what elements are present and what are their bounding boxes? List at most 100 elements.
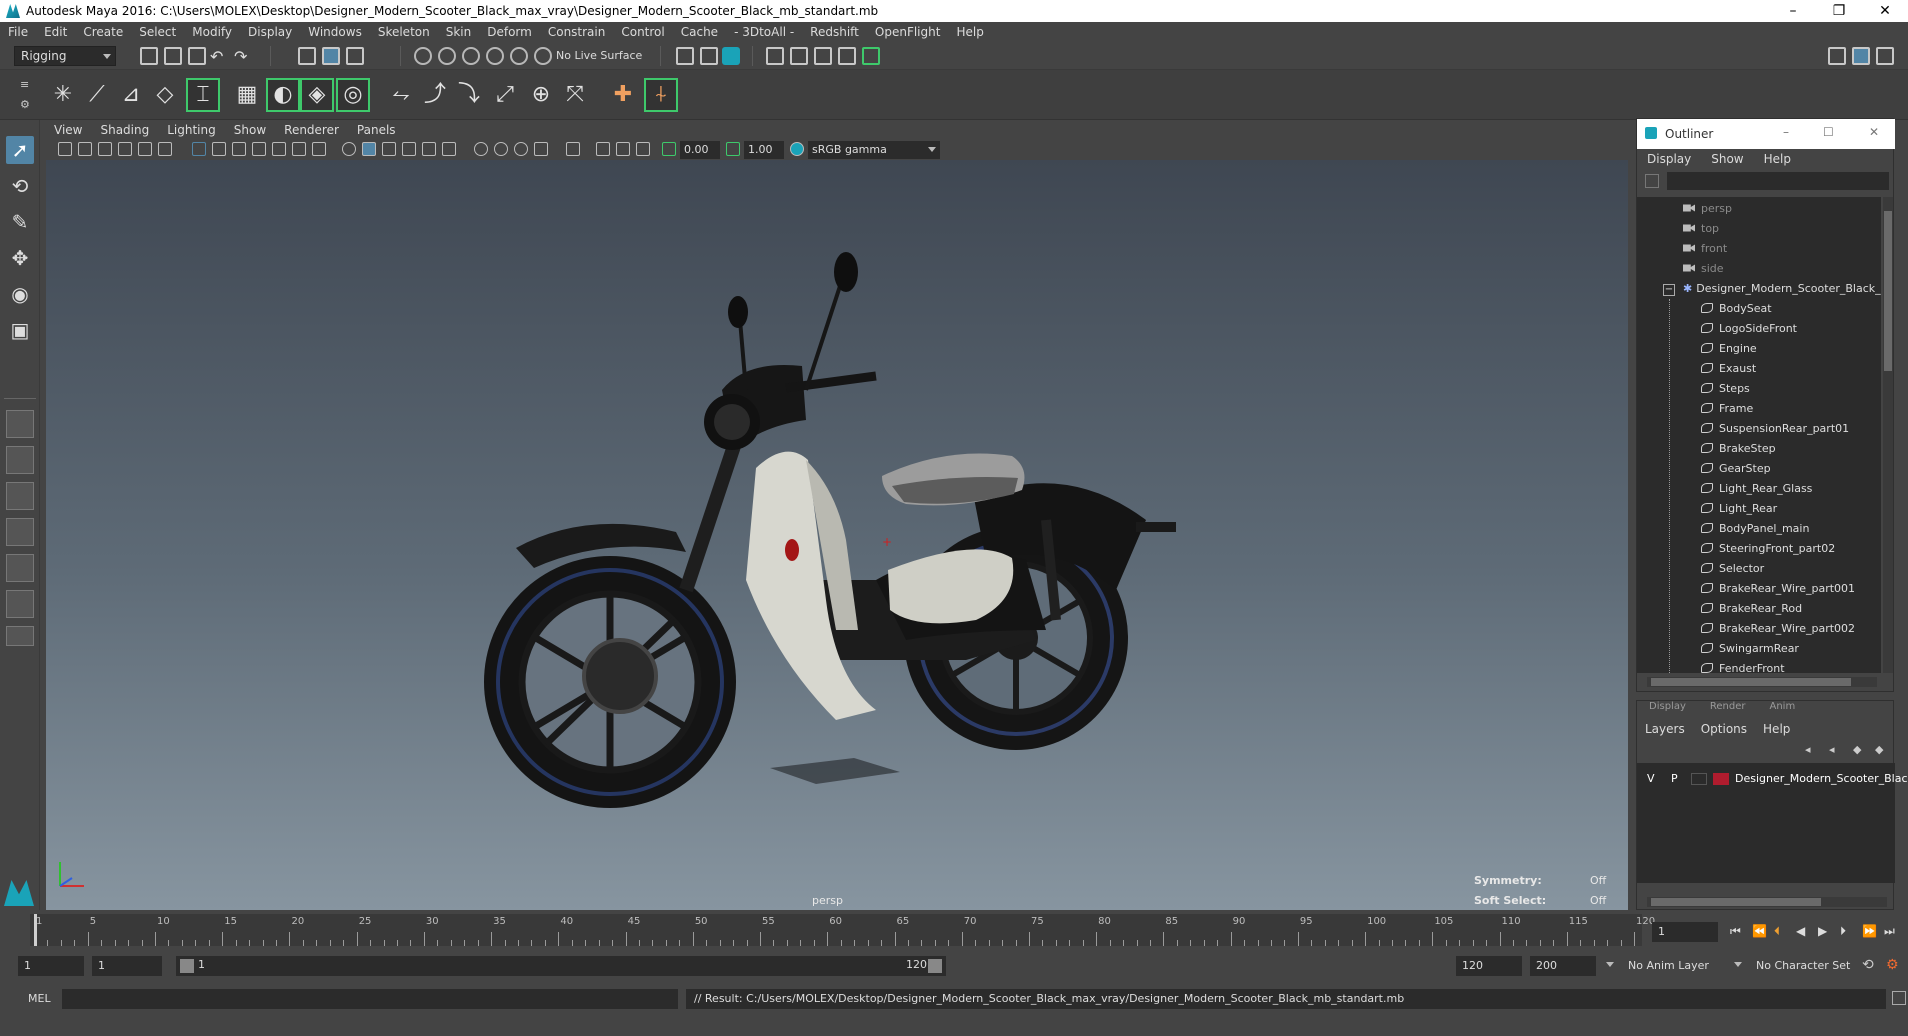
use-all-lights-icon[interactable] [422,142,436,156]
play-forward-icon[interactable]: ▶ [1818,924,1834,940]
attribute-editor-icon[interactable] [1852,47,1870,65]
select-component-icon[interactable] [346,47,364,65]
outliner-item-swingarmrear[interactable]: SwingarmRear [1701,639,1799,659]
minimize-button[interactable]: – [1770,0,1816,22]
vp-menu-view[interactable]: View [54,123,82,137]
outliner-item-side[interactable]: side [1683,259,1724,279]
wireframe-icon[interactable] [342,142,356,156]
layer-horizontal-scrollbar[interactable] [1647,897,1887,907]
camera-attributes-icon[interactable] [78,142,92,156]
animation-start-field[interactable]: 1 [18,956,84,976]
menu-constrain[interactable]: Constrain [548,25,606,39]
outliner-item-light-rear[interactable]: Light_Rear [1701,499,1777,519]
new-scene-icon[interactable] [140,47,158,65]
menu-help[interactable]: Help [956,25,983,39]
vp-menu-panels[interactable]: Panels [357,123,396,137]
outliner-search-input[interactable] [1667,172,1889,190]
restore-button[interactable]: ❐ [1816,0,1862,22]
menu-windows[interactable]: Windows [308,25,362,39]
outliner-item-top[interactable]: top [1683,219,1719,239]
outliner-item-bodypanel-main[interactable]: BodyPanel_main [1701,519,1809,539]
anim-preferences-icon[interactable]: ⚙ [1886,957,1904,975]
outliner-item-gearstep[interactable]: GearStep [1701,459,1771,479]
snap-point-icon[interactable] [462,47,480,65]
ik-spline-icon[interactable]: ⊿ [116,80,146,110]
menuset-dropdown[interactable]: Rigging [14,46,116,66]
outliner-item-brakestep[interactable]: BrakeStep [1701,439,1776,459]
two-pane-layout-icon[interactable] [6,482,34,510]
outliner-item-light-rear-glass[interactable]: Light_Rear_Glass [1701,479,1812,499]
undo-icon[interactable]: ↶ [210,47,228,66]
collapse-toggle-icon[interactable]: − [1663,284,1675,296]
snap-pivot-icon[interactable] [534,47,552,65]
move-layer-down-icon[interactable]: ◂ [1829,743,1843,757]
field-chart-icon[interactable] [272,142,286,156]
gamma-field[interactable]: 1.00 [744,141,784,159]
camera-select-icon[interactable] [58,142,72,156]
layer-visibility-toggle[interactable]: V [1647,769,1655,789]
vp-menu-lighting[interactable]: Lighting [167,123,216,137]
outliner-menu-help[interactable]: Help [1764,152,1791,166]
outliner-vertical-scrollbar[interactable] [1883,197,1893,673]
construction-history-icon[interactable] [722,47,740,65]
shelf-settings-icon[interactable]: ⚙ [20,98,38,116]
interactive-bind-icon[interactable]: ⤵ [454,80,484,110]
auto-key-icon[interactable]: ⟲ [1862,957,1880,975]
menu-display[interactable]: Display [248,25,292,39]
menu-create[interactable]: Create [83,25,123,39]
hypershade-icon[interactable] [862,47,880,65]
current-frame-field[interactable]: 1 [1652,922,1718,942]
snap-grid-icon[interactable] [414,47,432,65]
outliner-menu-show[interactable]: Show [1711,152,1743,166]
lasso-tool-icon[interactable]: ⟲ [6,172,34,200]
modeling-toolkit-icon[interactable] [1828,47,1846,65]
script-editor-icon[interactable] [1892,991,1906,1005]
select-object-icon[interactable] [322,47,340,65]
resolution-gate-icon[interactable] [232,142,246,156]
rotate-tool-icon[interactable]: ◉ [6,280,34,308]
range-start-handle[interactable] [180,959,194,973]
outliner-horizontal-scrollbar[interactable] [1647,677,1877,687]
character-set-dropdown-arrow[interactable] [1734,962,1742,967]
time-slider[interactable]: 1 5 10 15 20 25 30 35 40 45 50 55 60 65 70 75 80 85 90 95 10… [0,912,1908,948]
snap-live-icon[interactable] [510,47,528,65]
close-button[interactable]: ✕ [1862,0,1908,22]
cluster-icon[interactable]: ⌶ [186,78,220,112]
depth-of-field-icon[interactable] [534,142,548,156]
script-language-toggle[interactable]: MEL [28,992,51,1005]
go-to-end-icon[interactable]: ⏭ [1884,924,1900,940]
anti-aliasing-icon[interactable] [514,142,528,156]
locator-icon[interactable]: ◇ [150,80,180,110]
select-hierarchy-icon[interactable] [298,47,316,65]
outliner-item-fenderfront[interactable]: FenderFront [1701,659,1785,673]
wireframe-on-shaded-icon[interactable] [382,142,396,156]
range-bar[interactable]: 1 120 [176,956,946,976]
redo-icon[interactable]: ↷ [234,47,252,66]
point-constraint-icon[interactable]: ⊕ [526,80,556,110]
menu-skin[interactable]: Skin [446,25,472,39]
gamma-icon[interactable] [726,142,740,156]
vp-menu-shading[interactable]: Shading [100,123,149,137]
step-back-frame-icon[interactable]: ⏴ [1774,924,1790,940]
layout-more-icon[interactable] [6,626,34,646]
layers-menu-layers[interactable]: Layers [1645,722,1685,736]
film-gate-icon[interactable] [212,142,226,156]
orient-constraint-icon[interactable]: ⤧ [560,80,590,110]
channel-box-icon[interactable] [1876,47,1894,65]
gate-mask-icon[interactable] [252,142,266,156]
menu-edit[interactable]: Edit [44,25,67,39]
xray-icon[interactable] [596,142,610,156]
outliner-item-steeringfront[interactable]: SteeringFront_part02 [1701,539,1835,559]
nonlinear-icon[interactable]: ◈ [300,78,334,112]
aim-constraint-icon[interactable]: ⍭ [644,78,678,112]
exposure-icon[interactable] [662,142,676,156]
outliner-item-frame[interactable]: Frame [1701,399,1753,419]
tab-display[interactable]: Display [1637,701,1698,715]
layer-name[interactable]: Designer_Modern_Scooter_Black [1735,769,1908,789]
range-end-handle[interactable] [928,959,942,973]
bookmark-icon[interactable] [98,142,112,156]
outliner-item-exaust[interactable]: Exaust [1701,359,1756,379]
move-tool-icon[interactable]: ✥ [6,244,34,272]
outliner-layout-icon[interactable] [6,554,34,582]
outliner-item-brakerear-rod[interactable]: BrakeRear_Rod [1701,599,1802,619]
